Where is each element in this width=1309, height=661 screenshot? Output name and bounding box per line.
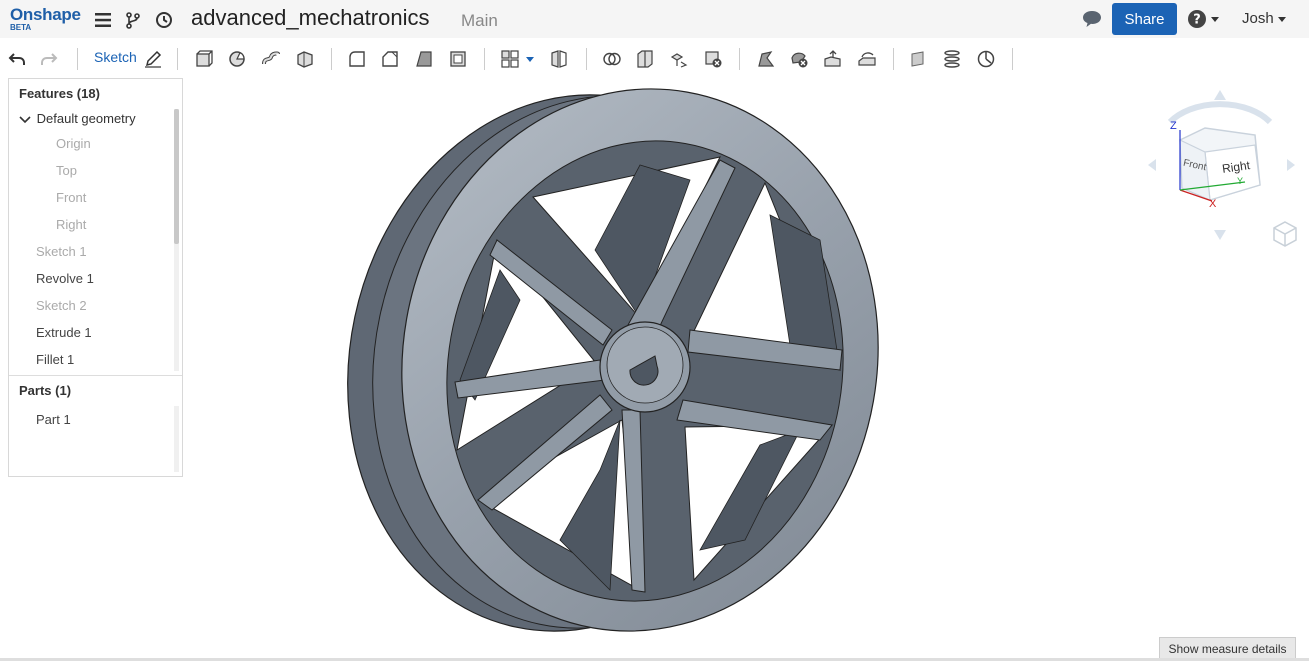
feature-toolbar [0, 40, 1309, 76]
feature-item-fillet-1[interactable]: Fillet 1 [36, 352, 74, 367]
parts-scrollbar[interactable] [174, 406, 179, 472]
mate-connector-icon[interactable] [975, 48, 997, 70]
view-mode-icon[interactable] [1272, 220, 1298, 248]
toolbar-separator [177, 48, 178, 70]
replace-face-icon[interactable] [856, 48, 878, 70]
graphics-viewport[interactable]: Front Right Z X Y [190, 78, 1309, 653]
history-icon[interactable] [153, 9, 175, 31]
document-title[interactable]: advanced_mechatronics [191, 5, 429, 31]
plane-icon[interactable] [908, 48, 930, 70]
branch-icon[interactable] [122, 9, 144, 31]
feature-item-revolve-1[interactable]: Revolve 1 [36, 271, 94, 286]
feature-list-panel: Features (18) Default geometry Origin To… [8, 78, 183, 477]
split-icon[interactable] [634, 48, 656, 70]
helix-icon[interactable] [941, 48, 963, 70]
features-heading: Features (18) [19, 86, 100, 101]
chevron-down-icon [1277, 16, 1286, 22]
toolbar-separator [1012, 48, 1013, 70]
draft-icon[interactable] [413, 48, 435, 70]
feature-item-front[interactable]: Front [56, 190, 86, 205]
comment-icon[interactable] [1081, 8, 1103, 30]
move-face-icon[interactable] [822, 48, 844, 70]
features-scroll-thumb[interactable] [174, 109, 179, 244]
delete-face-icon[interactable] [788, 48, 810, 70]
shell-icon[interactable] [447, 48, 469, 70]
wheel-model[interactable] [190, 78, 1309, 653]
part-item[interactable]: Part 1 [36, 412, 71, 427]
toolbar-separator [77, 48, 78, 70]
feature-item-right[interactable]: Right [56, 217, 86, 232]
pattern-icon[interactable] [499, 48, 521, 70]
sketch-pencil-icon[interactable] [142, 48, 164, 70]
chevron-down-icon [19, 115, 31, 123]
toolbar-separator [586, 48, 587, 70]
svg-text:?: ? [1193, 13, 1201, 28]
toolbar-separator [739, 48, 740, 70]
pattern-dropdown-icon[interactable] [524, 48, 536, 70]
modify-fillet-icon[interactable] [755, 48, 777, 70]
axis-y-label: Y [1237, 176, 1244, 186]
parts-heading: Parts (1) [19, 383, 72, 398]
sweep-icon[interactable] [260, 48, 282, 70]
undo-icon[interactable] [6, 48, 28, 70]
sketch-button[interactable]: Sketch [94, 49, 137, 65]
branch-name: Main [461, 11, 498, 30]
feature-item-extrude-1[interactable]: Extrude 1 [36, 325, 92, 340]
user-menu[interactable]: Josh [1242, 10, 1286, 27]
axis-x-label: X [1209, 198, 1217, 210]
chevron-down-icon [1211, 16, 1219, 22]
logo-beta: BETA [10, 23, 32, 32]
default-geometry-group[interactable]: Default geometry [19, 111, 136, 126]
logo-text: Onshape [10, 5, 81, 24]
panel-divider [9, 375, 182, 376]
toolbar-separator [893, 48, 894, 70]
fillet-icon[interactable] [346, 48, 368, 70]
feature-item-origin[interactable]: Origin [56, 136, 91, 151]
toolbar-separator [331, 48, 332, 70]
boolean-icon[interactable] [601, 48, 623, 70]
feature-item-sketch-2[interactable]: Sketch 2 [36, 298, 87, 313]
default-geometry-label: Default geometry [36, 111, 136, 126]
onshape-logo[interactable]: Onshape BETA [10, 6, 81, 32]
feature-item-sketch-1[interactable]: Sketch 1 [36, 244, 87, 259]
help-menu[interactable]: ? [1187, 9, 1219, 29]
chamfer-icon[interactable] [379, 48, 401, 70]
toolbar-separator [484, 48, 485, 70]
axis-z-label: Z [1170, 120, 1177, 132]
menu-icon[interactable] [92, 9, 114, 31]
transform-icon[interactable] [668, 48, 690, 70]
share-button[interactable]: Share [1112, 3, 1177, 35]
user-name: Josh [1242, 10, 1274, 27]
header-bar: Onshape BETA advanced_mechatronics Main … [0, 0, 1309, 38]
delete-part-icon[interactable] [702, 48, 724, 70]
extrude-icon[interactable] [193, 48, 215, 70]
revolve-icon[interactable] [226, 48, 248, 70]
feature-item-top[interactable]: Top [56, 163, 77, 178]
mirror-icon[interactable] [548, 48, 570, 70]
redo-icon[interactable] [38, 48, 60, 70]
help-icon: ? [1188, 10, 1206, 28]
loft-icon[interactable] [294, 48, 316, 70]
